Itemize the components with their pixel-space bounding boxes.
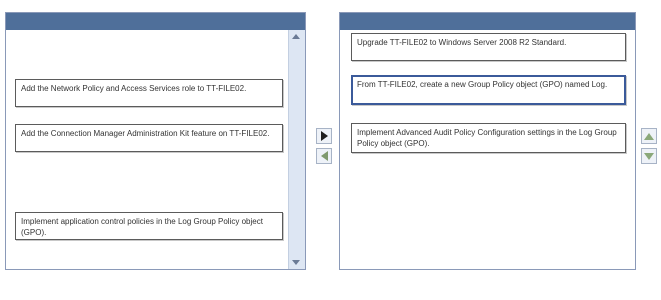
answer-item-audit-policy[interactable]: Implement Advanced Audit Policy Configur… <box>351 123 626 153</box>
scroll-up-icon[interactable] <box>292 34 300 39</box>
list-item-label: Add the Network Policy and Access Servic… <box>21 84 247 93</box>
list-item-label: From TT-FILE02, create a new Group Polic… <box>357 80 608 89</box>
answer-list-header <box>340 13 635 30</box>
arrow-up-icon <box>644 132 654 140</box>
answer-item-upgrade[interactable]: Upgrade TT-FILE02 to Windows Server 2008… <box>351 33 626 61</box>
move-up-button[interactable] <box>641 128 657 144</box>
list-item-label: Add the Connection Manager Administratio… <box>21 129 270 138</box>
list-item-label: Upgrade TT-FILE02 to Windows Server 2008… <box>357 38 567 47</box>
move-left-button[interactable] <box>316 148 332 164</box>
answer-list-panel: Upgrade TT-FILE02 to Windows Server 2008… <box>339 12 636 270</box>
list-item-label: Implement Advanced Audit Policy Configur… <box>357 128 617 148</box>
move-right-button[interactable] <box>316 128 332 144</box>
scroll-down-icon[interactable] <box>292 260 300 265</box>
source-list-header <box>6 13 305 30</box>
arrow-left-icon <box>320 151 328 161</box>
source-item-cmak[interactable]: Add the Connection Manager Administratio… <box>15 124 283 152</box>
source-list-panel: Add the Network Policy and Access Servic… <box>5 12 306 270</box>
source-list-scrollbar[interactable] <box>288 30 305 269</box>
arrow-down-icon <box>644 152 654 160</box>
answer-item-create-gpo[interactable]: From TT-FILE02, create a new Group Polic… <box>351 75 626 105</box>
arrow-right-icon <box>320 131 328 141</box>
move-down-button[interactable] <box>641 148 657 164</box>
source-item-app-control[interactable]: Implement application control policies i… <box>15 212 283 240</box>
source-item-network-policy[interactable]: Add the Network Policy and Access Servic… <box>15 79 283 107</box>
list-item-label: Implement application control policies i… <box>21 217 263 237</box>
